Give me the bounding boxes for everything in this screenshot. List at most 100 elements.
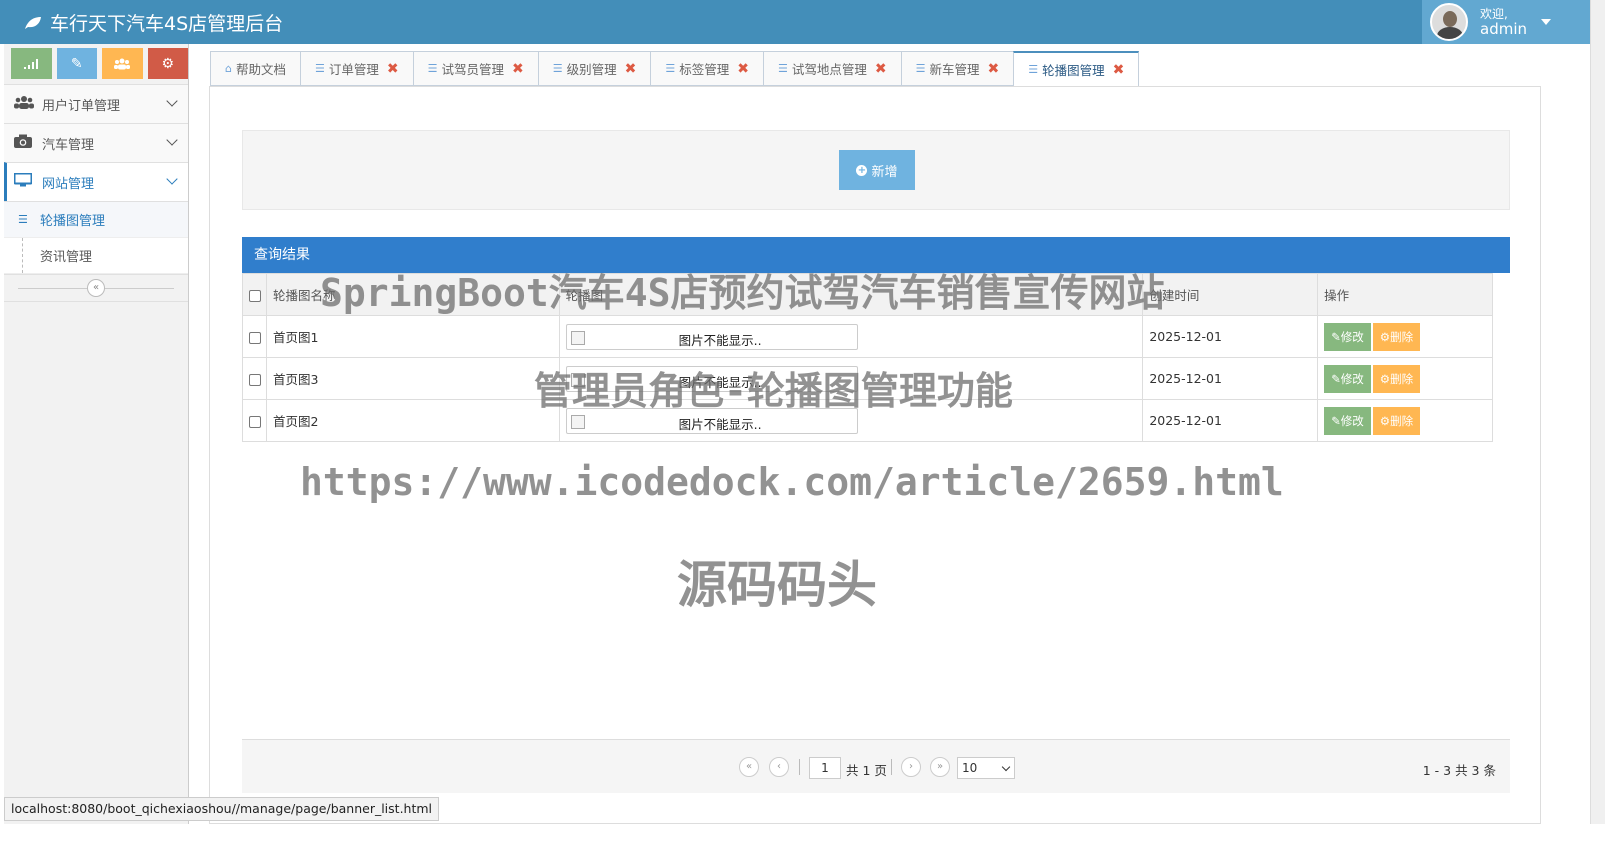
watermark-line: 源码码头: [677, 556, 877, 614]
user-name: admin: [1480, 20, 1527, 38]
browser-status-url: localhost:8080/boot_qichexiaoshou//manag…: [4, 797, 440, 821]
edit-label: 修改: [1340, 329, 1364, 344]
tab-label: 轮播图管理: [1042, 63, 1105, 78]
banner-name: 首页图2: [265, 399, 560, 442]
banner-image-cell: 图片不能显示..: [558, 315, 1144, 358]
home-icon: ⌂: [225, 62, 232, 75]
bottom-area: [0, 824, 1605, 844]
brand-title: 车行天下汽车4S店管理后台: [50, 13, 284, 35]
user-menu[interactable]: 欢迎, admin: [1422, 0, 1590, 44]
prev-page-icon[interactable]: ‹: [769, 757, 789, 777]
tab-label: 新车管理: [929, 62, 980, 77]
gear-icon: ⚙: [1379, 371, 1391, 386]
menu-car-management[interactable]: 汽车管理: [4, 123, 188, 162]
desktop-icon: [13, 172, 36, 191]
tab-levels[interactable]: ☰ 级别管理 ✖: [537, 51, 651, 86]
chevron-down-icon: [166, 95, 178, 107]
top-navbar: 车行天下汽车4S店管理后台 欢迎, admin: [0, 0, 1590, 44]
shortcut-buttons: ✎ ⚙: [4, 44, 188, 84]
tab-new-cars[interactable]: ☰ 新车管理 ✖: [900, 51, 1014, 86]
tree-line: [22, 238, 23, 273]
banner-name: 首页图3: [265, 357, 560, 400]
close-icon[interactable]: ✖: [625, 61, 637, 77]
tab-drivers[interactable]: ☰ 试驾员管理 ✖: [412, 51, 538, 86]
tab-label: 标签管理: [679, 62, 730, 77]
tab-help[interactable]: ⌂ 帮助文档: [210, 51, 300, 86]
gear-icon: ⚙: [1379, 329, 1391, 344]
row-checkbox[interactable]: [249, 415, 261, 428]
tab-label: 试驾地点管理: [791, 62, 867, 77]
signal-icon[interactable]: [11, 48, 52, 79]
users-icon: [14, 95, 36, 113]
delete-button[interactable]: ⚙删除: [1372, 364, 1421, 393]
row-select-cell: [242, 315, 267, 358]
close-icon[interactable]: ✖: [387, 61, 399, 77]
delete-label: 删除: [1390, 329, 1414, 344]
column-header: 操作: [1317, 273, 1493, 316]
tab-label: 试驾员管理: [441, 62, 505, 77]
sub-item-label: 资讯管理: [40, 250, 93, 265]
last-page-icon[interactable]: »: [930, 757, 950, 777]
pager-divider: [891, 759, 892, 775]
created-time: 2025-12-01: [1142, 399, 1319, 442]
close-icon[interactable]: ✖: [1113, 62, 1125, 78]
image-alt-text: 图片不能显示..: [678, 416, 762, 432]
tab-tags[interactable]: ☰ 标签管理 ✖: [650, 51, 763, 86]
delete-button[interactable]: ⚙删除: [1372, 406, 1421, 435]
brand[interactable]: 车行天下汽车4S店管理后台: [24, 9, 283, 36]
tab-locations[interactable]: ☰ 试驾地点管理 ✖: [763, 51, 901, 86]
page-size-select[interactable]: 10: [957, 757, 1015, 779]
page-size-value: 10: [962, 761, 978, 775]
select-all-checkbox[interactable]: [249, 289, 261, 302]
menu-site-management[interactable]: 网站管理: [4, 162, 188, 201]
edit-label: 修改: [1340, 371, 1364, 386]
close-icon[interactable]: ✖: [512, 61, 524, 77]
add-button[interactable]: + 新增: [839, 150, 915, 190]
record-summary: 1 - 3 共 3 条: [1422, 763, 1496, 778]
tab-label: 级别管理: [566, 62, 617, 77]
close-icon[interactable]: ✖: [875, 61, 887, 77]
tab-label: 订单管理: [328, 62, 379, 77]
menu-user-orders[interactable]: 用户订单管理: [4, 84, 188, 123]
created-time: 2025-12-01: [1142, 315, 1319, 358]
sidebar-collapse-bar: «: [4, 274, 188, 302]
edit-button[interactable]: ✎修改: [1324, 364, 1371, 393]
submenu-site: ☰ 轮播图管理 资讯管理: [4, 201, 188, 274]
cogs-icon[interactable]: ⚙: [147, 48, 188, 79]
row-checkbox[interactable]: [249, 331, 261, 344]
first-page-icon[interactable]: «: [739, 757, 759, 777]
sliders-icon: ☰: [427, 62, 438, 75]
plus-circle-icon: +: [856, 164, 868, 176]
next-page-icon[interactable]: ›: [901, 757, 921, 777]
pagination: « ‹ 1 共 1 页 › » 10 1 - 3 共 3 条: [242, 739, 1510, 793]
sub-item-label: 轮播图管理: [40, 214, 106, 229]
delete-button[interactable]: ⚙删除: [1372, 322, 1421, 351]
leaf-icon: [25, 16, 41, 29]
page-number-input[interactable]: 1: [809, 757, 841, 779]
column-header[interactable]: 创建时间: [1142, 273, 1319, 316]
vertical-scrollbar[interactable]: [1590, 0, 1605, 844]
close-icon[interactable]: ✖: [737, 61, 749, 77]
edit-icon: ✎: [1331, 413, 1341, 428]
tab-orders[interactable]: ☰ 订单管理 ✖: [300, 51, 413, 86]
sidebar-item-news[interactable]: 资讯管理: [4, 238, 188, 274]
delete-label: 删除: [1390, 371, 1414, 386]
sidebar-item-banner[interactable]: ☰ 轮播图管理: [4, 202, 188, 238]
double-chevron-left-icon[interactable]: «: [87, 279, 105, 297]
pencil-icon[interactable]: ✎: [56, 48, 97, 79]
gear-icon: ⚙: [1379, 413, 1391, 428]
tab-label: 帮助文档: [235, 62, 286, 77]
row-checkbox[interactable]: [249, 373, 261, 386]
sliders-icon: ☰: [552, 62, 563, 75]
watermark-line: SpringBoot汽车4S店预约试驾汽车销售宣传网站: [320, 271, 1165, 315]
tab-banner[interactable]: ☰ 轮播图管理 ✖: [1013, 51, 1140, 87]
broken-image: 图片不能显示..: [565, 323, 858, 350]
users-icon[interactable]: [102, 48, 143, 79]
edit-button[interactable]: ✎修改: [1324, 322, 1371, 351]
sliders-icon: ☰: [778, 62, 788, 75]
sidebar: ✎ ⚙ 用户订单管理 汽车管理 网站管理 ☰ 轮播图管理 资讯管理 «: [4, 44, 189, 824]
close-icon[interactable]: ✖: [988, 61, 1000, 77]
watermark-line: https://www.icodedock.com/article/2659.h…: [300, 460, 1284, 504]
edit-button[interactable]: ✎修改: [1324, 406, 1371, 435]
image-alt-text: 图片不能显示..: [678, 332, 762, 348]
